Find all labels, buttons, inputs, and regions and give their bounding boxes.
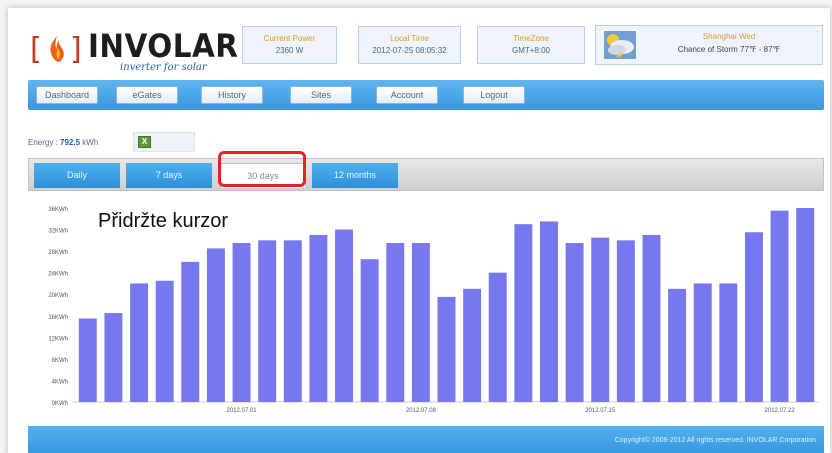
y-tick-label: 36KWh: [48, 207, 68, 213]
current-power-label: Current Power: [263, 34, 316, 43]
chart-bar[interactable]: [488, 272, 507, 402]
x-tick-label: 2012.07.15: [585, 408, 616, 414]
tab-7-days[interactable]: 7 days: [126, 163, 212, 188]
page: [ ] INVOLAR inverter for solar Current P…: [8, 8, 830, 453]
chart-bar[interactable]: [130, 283, 149, 402]
chart-bar[interactable]: [258, 240, 277, 402]
y-tick-label: 28KWh: [48, 250, 68, 256]
export-excel-button[interactable]: X: [133, 132, 195, 152]
y-tick-label: 24KWh: [48, 272, 68, 278]
y-tick-label: 4KWh: [52, 379, 68, 385]
x-tick-label: 2012.07.08: [406, 408, 437, 414]
footer: Copyright© 2008-2012 All rights reserved…: [28, 426, 824, 453]
y-tick-label: 20KWh: [48, 293, 68, 299]
weather-value: Chance of Storm 77℉ - 87℉: [677, 45, 781, 54]
weather-label: Shanghai Wed: [702, 32, 756, 41]
chart-bar[interactable]: [232, 243, 251, 402]
chart-bar[interactable]: [719, 283, 738, 402]
chart-bar[interactable]: [642, 234, 661, 402]
y-tick-label: 0KWh: [52, 401, 68, 407]
nav-logout[interactable]: Logout: [463, 86, 525, 104]
chart-bar[interactable]: [591, 237, 610, 402]
main-nav: Dashboard eGates History Sites Account L…: [28, 80, 824, 110]
timezone-label: TimeZone: [513, 34, 549, 43]
chart-bar[interactable]: [437, 296, 456, 402]
nav-egates[interactable]: eGates: [116, 86, 178, 104]
chart-bar[interactable]: [540, 221, 558, 402]
weather-storm-icon: [604, 31, 636, 59]
weather-box: Shanghai Wed Chance of Storm 77℉ - 87℉: [595, 25, 823, 65]
tab-12-months[interactable]: 12 months: [312, 163, 398, 188]
nav-dashboard[interactable]: Dashboard: [36, 86, 98, 104]
x-tick-label: 2012.07.22: [765, 408, 796, 414]
current-power-value: 2360 W: [275, 46, 304, 55]
excel-icon: X: [138, 136, 151, 148]
x-tick-label: 2012.07.01: [227, 408, 258, 414]
chart-bar[interactable]: [155, 280, 174, 402]
flame-icon: [50, 36, 64, 62]
chart-bar[interactable]: [411, 243, 430, 402]
chart-bar[interactable]: [744, 232, 763, 402]
y-tick-label: 8KWh: [52, 358, 68, 364]
chart-bar[interactable]: [309, 234, 328, 402]
chart-bar[interactable]: [386, 243, 405, 402]
tab-daily[interactable]: Daily: [34, 163, 120, 188]
chart-bar[interactable]: [514, 224, 533, 402]
local-time-value: 2012-07-25 08:05:32: [372, 46, 447, 55]
nav-account[interactable]: Account: [376, 86, 438, 104]
timezone-value: GMT+8:00: [511, 46, 550, 55]
chart-bar[interactable]: [360, 259, 379, 402]
chart-bar[interactable]: [283, 240, 302, 402]
chart-bar[interactable]: [616, 240, 635, 402]
energy-value: 792.5: [60, 138, 81, 147]
nav-sites[interactable]: Sites: [290, 86, 352, 104]
copyright-text: Copyright© 2008-2012 All rights reserved…: [614, 437, 816, 444]
brand-tagline: inverter for solar: [120, 62, 207, 73]
local-time-label: Local Time: [390, 34, 429, 43]
y-tick-label: 12KWh: [48, 336, 68, 342]
logo-bracket-left: [: [30, 32, 42, 67]
chart-bar[interactable]: [463, 288, 482, 402]
current-power-box: Current Power 2360 W: [242, 26, 337, 64]
energy-total: Energy : 792.5 kWh: [28, 138, 98, 147]
y-tick-label: 32KWh: [48, 229, 68, 235]
timezone-box: TimeZone GMT+8:00: [477, 26, 585, 64]
chart-bar[interactable]: [693, 283, 712, 402]
chart-bar[interactable]: [335, 229, 353, 402]
chart-bar[interactable]: [78, 318, 97, 402]
y-tick-label: 16KWh: [48, 315, 68, 321]
hold-cursor-caption: Přidržte kurzor: [88, 202, 301, 240]
chart-bar[interactable]: [668, 288, 687, 402]
chart-bar[interactable]: [206, 248, 225, 402]
logo-bracket-right: ]: [70, 32, 82, 67]
energy-unit: kWh: [82, 138, 99, 147]
tab-highlight-outline: [218, 151, 306, 187]
energy-label: Energy :: [28, 138, 58, 147]
chart-bar[interactable]: [770, 210, 789, 402]
chart-bar[interactable]: [796, 208, 815, 402]
nav-history[interactable]: History: [201, 86, 263, 104]
local-time-box: Local Time 2012-07-25 08:05:32: [358, 26, 461, 64]
chart-bar[interactable]: [565, 243, 584, 402]
chart-bar[interactable]: [181, 261, 200, 402]
involar-logo[interactable]: [ ] INVOLAR inverter for solar: [30, 26, 238, 73]
brand-name: INVOLAR: [88, 27, 239, 65]
chart-bar[interactable]: [104, 313, 123, 402]
